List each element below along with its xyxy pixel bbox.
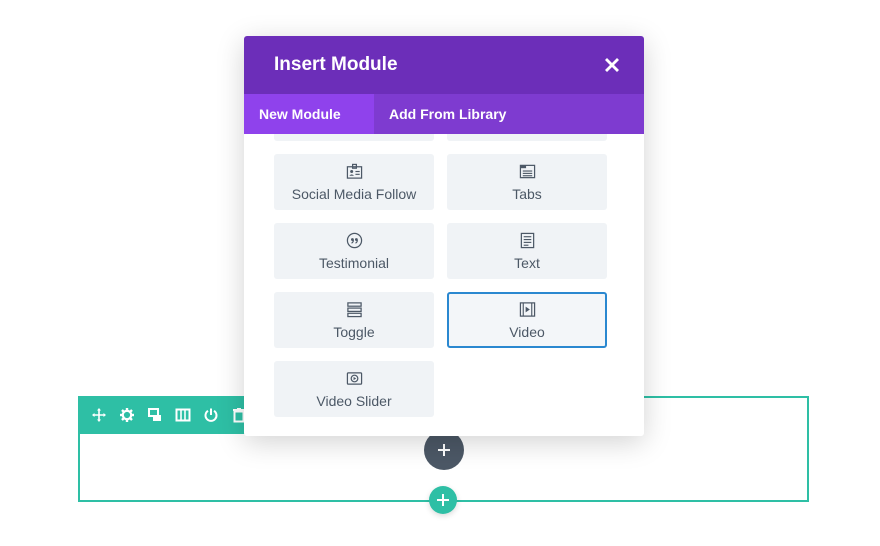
module-social-media-follow[interactable]: Social Media Follow <box>274 154 434 210</box>
add-row-button[interactable] <box>429 486 457 514</box>
gear-icon[interactable] <box>118 406 136 424</box>
video-icon <box>518 300 536 318</box>
text-icon <box>518 231 536 249</box>
tab-add-from-library[interactable]: Add From Library <box>374 94 521 134</box>
module-tile-partial[interactable] <box>274 134 434 141</box>
modal-title: Insert Module <box>274 54 398 75</box>
modal-tabs: New Module Add From Library <box>244 94 644 134</box>
module-label: Video Slider <box>316 393 392 409</box>
tabs-icon <box>518 162 536 180</box>
module-video-slider[interactable]: Video Slider <box>274 361 434 417</box>
tab-new-module[interactable]: New Module <box>244 94 374 134</box>
insert-module-modal: Insert Module New Module Add From Librar… <box>244 36 644 436</box>
module-label: Tabs <box>512 186 542 202</box>
module-list[interactable]: Social Media Follow Tabs Testimonial Tex… <box>244 134 644 436</box>
module-label: Social Media Follow <box>291 186 417 202</box>
module-toggle[interactable]: Toggle <box>274 292 434 348</box>
plus-icon <box>437 494 449 506</box>
module-tile-partial[interactable] <box>447 134 607 141</box>
module-label: Text <box>514 255 540 271</box>
module-label: Video <box>509 324 545 340</box>
modal-header: Insert Module <box>244 36 644 94</box>
add-module-button[interactable] <box>424 430 464 470</box>
video-slider-icon <box>345 369 363 387</box>
quote-icon <box>345 231 363 249</box>
row-toolbar <box>78 396 258 434</box>
module-tabs[interactable]: Tabs <box>447 154 607 210</box>
social-follow-icon <box>345 162 363 180</box>
module-testimonial[interactable]: Testimonial <box>274 223 434 279</box>
power-icon[interactable] <box>202 406 220 424</box>
columns-icon[interactable] <box>174 406 192 424</box>
plus-icon <box>438 444 450 456</box>
close-icon <box>605 58 619 72</box>
move-icon[interactable] <box>90 406 108 424</box>
module-label: Toggle <box>333 324 375 340</box>
module-video[interactable]: Video <box>447 292 607 348</box>
close-button[interactable] <box>602 55 622 75</box>
toggle-icon <box>345 300 363 318</box>
duplicate-icon[interactable] <box>146 406 164 424</box>
module-text[interactable]: Text <box>447 223 607 279</box>
module-label: Testimonial <box>318 255 390 271</box>
